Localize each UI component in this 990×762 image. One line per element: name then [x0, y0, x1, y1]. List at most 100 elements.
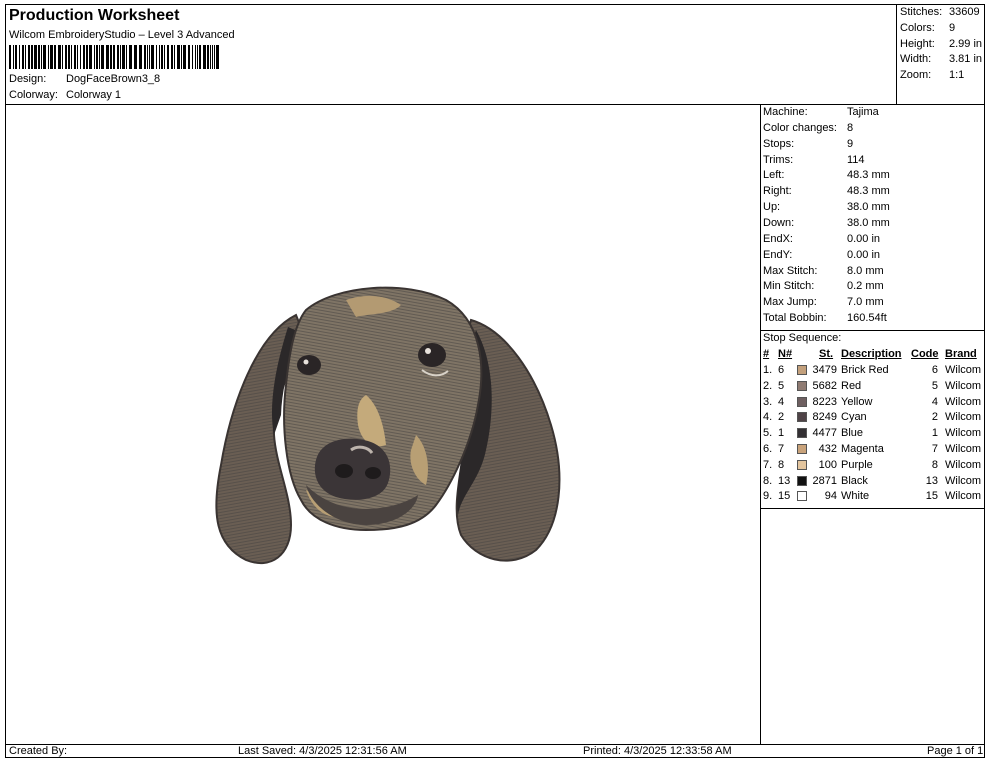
machine-info-label: Max Jump:: [763, 296, 817, 309]
machine-info-row: Left: 48.3 mm: [763, 169, 890, 181]
software-subtitle: Wilcom EmbroideryStudio – Level 3 Advanc…: [9, 29, 235, 41]
column-header-brand: Brand: [945, 347, 977, 360]
barcode-bar: [48, 45, 49, 69]
barcode-bar: [151, 45, 154, 69]
seq-index: 6.: [763, 442, 773, 455]
barcode-bar: [106, 45, 109, 69]
seq-stitches: 3479: [812, 363, 837, 376]
seq-description: Purple: [841, 458, 873, 471]
color-swatch: [797, 475, 807, 486]
machine-info-label: Min Stitch:: [763, 280, 815, 293]
seq-code: 15: [925, 490, 938, 503]
barcode-bar: [210, 45, 211, 69]
machine-info-panel: Machine: Tajima Color changes: 8 Stops: 9 Trim…: [761, 105, 985, 744]
machine-info-label: Total Bobbin:: [763, 312, 827, 325]
machine-info-value: 114: [847, 153, 865, 166]
stitches-stat: Stitches: 33609: [900, 6, 980, 18]
machine-info-value: 7.0 mm: [847, 296, 884, 309]
machine-info-value: 160.54ft: [847, 312, 887, 325]
design-canvas: [6, 105, 760, 744]
seq-brand: Wilcom: [945, 411, 982, 424]
barcode-bar: [99, 45, 100, 69]
design-row: Design: DogFaceBrown3_8: [9, 73, 160, 85]
barcode-bar: [120, 45, 121, 69]
machine-info-label: Trims:: [763, 153, 794, 166]
seq-index: 7.: [763, 458, 773, 471]
machine-info-label: Color changes:: [763, 121, 837, 134]
seq-description: Cyan: [841, 411, 867, 424]
seq-code: 5: [931, 379, 938, 392]
machine-info-value: 38.0 mm: [847, 216, 890, 229]
seq-needle: 5: [778, 379, 785, 392]
machine-info-row: Max Stitch: 8.0 mm: [763, 265, 884, 277]
seq-code: 7: [931, 442, 938, 455]
seq-stitches: 4477: [812, 427, 837, 440]
column-header-n: N#: [778, 347, 793, 360]
barcode-bar: [177, 45, 180, 69]
seq-code: 13: [925, 474, 938, 487]
seq-index: 5.: [763, 427, 773, 440]
colorway-value: Colorway 1: [66, 89, 122, 101]
seq-code: 1: [931, 427, 938, 440]
seq-brand: Wilcom: [945, 442, 982, 455]
barcode-bar: [110, 45, 112, 69]
dog-face-embroidery-image: [215, 286, 561, 565]
machine-info-value: 8: [847, 121, 854, 134]
seq-needle: 7: [778, 442, 785, 455]
colorway-label: Colorway:: [9, 89, 58, 101]
seq-stitches: 100: [818, 458, 837, 471]
column-header-desc: Description: [841, 347, 902, 360]
barcode-bar: [80, 45, 81, 69]
barcode-bar: [161, 45, 163, 69]
machine-info-row: Color changes: 8: [763, 122, 853, 134]
machine-info-label: Up:: [763, 201, 781, 214]
column-header-num: #: [763, 347, 770, 360]
column-header-code: Code: [911, 347, 939, 360]
machine-info-value: 9: [847, 137, 854, 150]
barcode-bar: [9, 45, 11, 69]
seq-brand: Wilcom: [945, 363, 982, 376]
seq-code: 8: [931, 458, 938, 471]
seq-stitches: 2871: [812, 474, 837, 487]
barcode-bar: [203, 45, 206, 69]
color-swatch: [797, 396, 807, 407]
seq-description: Brick Red: [841, 363, 889, 376]
worksheet-frame: Production Worksheet Wilcom EmbroiderySt…: [5, 4, 985, 758]
zoom-stat: Zoom: 1:1: [900, 69, 965, 81]
barcode-bar: [192, 45, 193, 69]
seq-code: 4: [931, 395, 938, 408]
barcode-bar: [199, 45, 201, 69]
seq-stitches: 5682: [812, 379, 837, 392]
barcode-bar: [129, 45, 132, 69]
barcode-bar: [122, 45, 125, 69]
seq-description: Yellow: [841, 395, 873, 408]
color-swatch: [797, 459, 807, 470]
barcode-bar: [58, 45, 61, 69]
seq-code: 6: [931, 363, 938, 376]
color-swatch: [797, 412, 807, 423]
seq-description: Red: [841, 379, 862, 392]
seq-needle: 6: [778, 363, 785, 376]
machine-info-row: EndX: 0.00 in: [763, 233, 880, 245]
design-label: Design:: [9, 73, 47, 85]
barcode-bar: [25, 45, 26, 69]
seq-brand: Wilcom: [945, 490, 982, 503]
machine-info-label: Down:: [763, 216, 795, 229]
barcode-bar: [113, 45, 115, 69]
seq-index: 8.: [763, 474, 773, 487]
machine-info-value: Tajima: [847, 106, 879, 118]
barcode-bar: [195, 45, 196, 69]
colorway-row: Colorway: Colorway 1: [9, 89, 121, 101]
seq-needle: 13: [778, 474, 791, 487]
barcode-bar: [86, 45, 88, 69]
machine-info-row: EndY: 0.00 in: [763, 249, 880, 261]
color-swatch: [797, 364, 807, 375]
barcode-bar: [19, 45, 20, 69]
stop-sequence-divider: [761, 329, 985, 331]
machine-info-label: Max Stitch:: [763, 264, 818, 277]
machine-info-label: Left:: [763, 169, 785, 182]
seq-needle: 4: [778, 395, 785, 408]
sequence-end-divider: [761, 508, 985, 510]
seq-index: 4.: [763, 411, 773, 424]
seq-brand: Wilcom: [945, 458, 982, 471]
